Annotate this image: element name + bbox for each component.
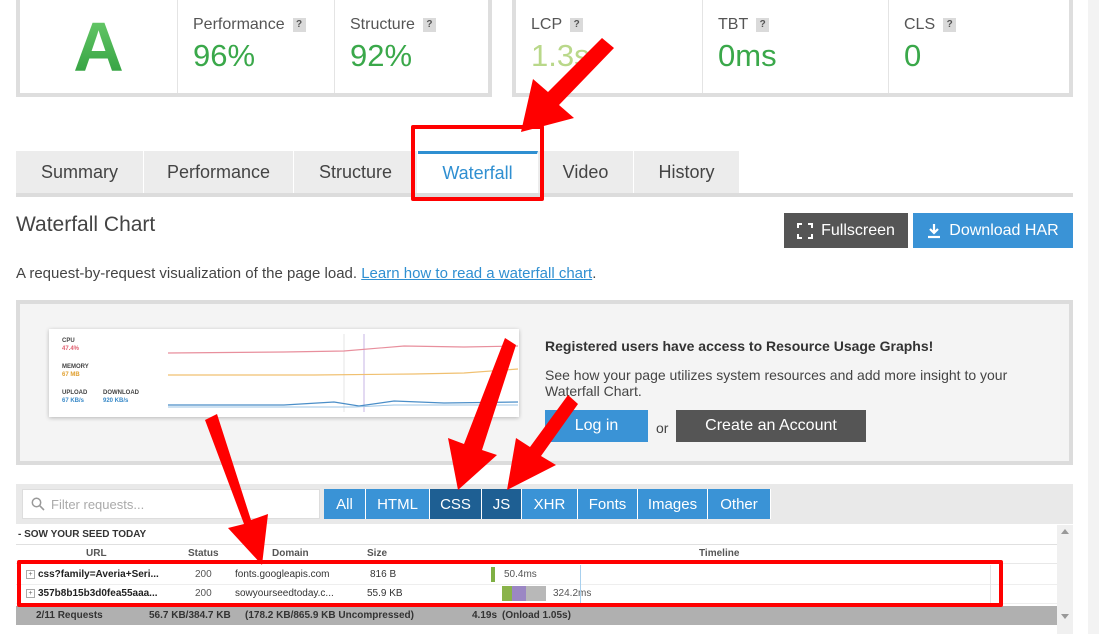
filter-xhr-button[interactable]: XHR — [522, 489, 578, 519]
filter-fonts-button[interactable]: Fonts — [578, 489, 638, 519]
cpu-line — [167, 345, 519, 354]
structure-label: Structure — [350, 16, 415, 33]
filter-images-button[interactable]: Images — [638, 489, 708, 519]
download-har-button[interactable]: Download HAR — [913, 213, 1073, 248]
grade-badge: A — [20, 0, 177, 93]
upload-value: 67 KB/s — [62, 398, 85, 404]
memory-line — [168, 368, 519, 376]
filter-requests-input[interactable]: Filter requests... — [22, 489, 320, 519]
uncompressed-size: (178.2 KB/865.9 KB Uncompressed) — [245, 610, 414, 621]
filter-js-button[interactable]: JS — [482, 489, 522, 519]
scroll-down-arrow[interactable] — [1061, 614, 1069, 619]
search-icon — [31, 497, 45, 511]
download-icon — [928, 223, 941, 238]
expand-icon — [797, 222, 814, 239]
scroll-up-arrow[interactable] — [1061, 529, 1069, 534]
report-tabs: Summary Performance Structure Waterfall … — [16, 151, 1073, 197]
total-size: 56.7 KB/384.7 KB — [149, 610, 231, 621]
filter-css-button[interactable]: CSS — [430, 489, 482, 519]
download-value: 920 KB/s — [103, 398, 129, 404]
resource-graph-preview: CPU 47.4% MEMORY 67 MB UPLOAD 67 KB/s DO… — [49, 329, 519, 417]
performance-label: Performance — [193, 16, 285, 33]
fullscreen-button[interactable]: Fullscreen — [784, 213, 908, 248]
tbt-label: TBT — [718, 16, 749, 33]
memory-value: 67 MB — [62, 372, 80, 378]
status-header: Status — [188, 548, 219, 559]
login-button[interactable]: Log in — [545, 410, 648, 442]
page-scrollbar[interactable] — [1088, 0, 1099, 634]
help-icon[interactable]: ? — [756, 18, 770, 32]
fullscreen-label: Fullscreen — [821, 221, 895, 239]
tbt-metric: TBT? 0ms — [702, 0, 888, 93]
size-header: Size — [367, 548, 388, 559]
upload-label: UPLOAD — [62, 390, 88, 396]
cls-label: CLS — [904, 16, 936, 33]
create-account-button[interactable]: Create an Account — [676, 410, 866, 442]
waterfall-tab-highlight — [411, 125, 544, 201]
url-header: URL — [86, 548, 107, 559]
page-description: A request-by-request visualization of th… — [16, 265, 596, 282]
lcp-value: 1.3s — [531, 38, 590, 73]
domain-header: Domain — [272, 548, 309, 559]
memory-label: MEMORY — [62, 364, 89, 370]
cpu-label: CPU — [62, 338, 75, 344]
performance-metric: Performance? 96% — [177, 0, 334, 93]
resource-graph-lines — [167, 334, 519, 412]
learn-waterfall-link[interactable]: Learn how to read a waterfall chart — [361, 265, 592, 282]
tab-summary[interactable]: Summary — [16, 151, 144, 193]
structure-value: 92% — [350, 38, 413, 73]
resource-usage-promo: CPU 47.4% MEMORY 67 MB UPLOAD 67 KB/s DO… — [16, 300, 1073, 465]
total-time: 4.19s — [472, 610, 498, 621]
request-count: 2/11 Requests — [36, 610, 103, 621]
performance-value: 96% — [193, 38, 256, 73]
promo-heading: Registered users have access to Resource… — [545, 338, 934, 354]
help-icon[interactable]: ? — [422, 18, 436, 32]
group-row[interactable]: - SOW YOUR SEED TODAY — [16, 525, 1057, 545]
filter-all-button[interactable]: All — [324, 489, 366, 519]
tbt-value: 0ms — [718, 38, 777, 73]
tab-performance[interactable]: Performance — [144, 151, 294, 193]
help-icon[interactable]: ? — [570, 18, 584, 32]
group-name: - SOW YOUR SEED TODAY — [18, 529, 147, 540]
grade-letter: A — [73, 7, 124, 86]
help-icon[interactable]: ? — [292, 18, 306, 32]
filter-html-button[interactable]: HTML — [366, 489, 430, 519]
web-vitals-panel: LCP? 1.3s TBT? 0ms CLS? 0 — [512, 0, 1073, 97]
cpu-value: 47.4% — [62, 346, 80, 352]
download-label: DOWNLOAD — [103, 390, 139, 396]
cls-value: 0 — [904, 38, 922, 73]
score-panel: A Performance? 96% Structure? 92% — [16, 0, 492, 97]
timeline-header: Timeline — [699, 548, 740, 559]
lcp-metric: LCP? 1.3s — [516, 0, 702, 93]
description-text: A request-by-request visualization of th… — [16, 265, 358, 282]
onload-time: (Onload 1.05s) — [502, 610, 571, 621]
request-filter-bar: Filter requests... All HTML CSS JS XHR F… — [16, 484, 1073, 524]
filter-placeholder: Filter requests... — [51, 496, 145, 512]
description-period: . — [592, 265, 597, 282]
cls-metric: CLS? 0 — [888, 0, 1069, 93]
waterfall-scrollbar[interactable] — [1057, 525, 1073, 634]
lcp-label: LCP — [531, 16, 563, 33]
help-icon[interactable]: ? — [943, 18, 957, 32]
filter-other-button[interactable]: Other — [708, 489, 771, 519]
structure-metric: Structure? 92% — [334, 0, 492, 93]
request-rows-highlight — [17, 560, 1003, 607]
summary-row: 2/11 Requests 56.7 KB/384.7 KB (178.2 KB… — [16, 606, 1057, 625]
tab-video[interactable]: Video — [538, 151, 634, 193]
tab-history[interactable]: History — [634, 151, 740, 193]
tab-structure[interactable]: Structure — [294, 151, 418, 193]
or-text: or — [656, 420, 669, 436]
page-title: Waterfall Chart — [16, 213, 156, 236]
download-har-label: Download HAR — [949, 221, 1059, 239]
promo-body: See how your page utilizes system resour… — [545, 367, 1008, 399]
